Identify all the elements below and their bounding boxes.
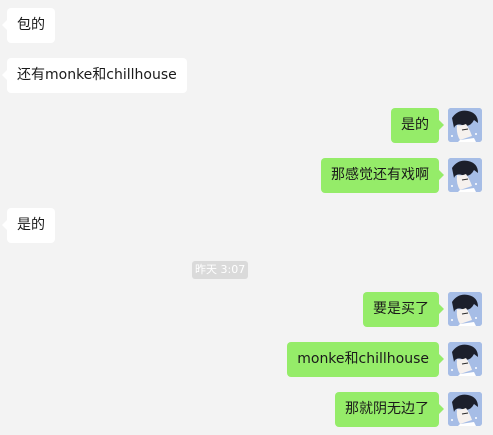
message-text: 要是买了 xyxy=(373,301,429,317)
outgoing-message-bubble[interactable]: monke和chillhouse xyxy=(287,342,444,377)
timestamp-label: 昨天 3:07 xyxy=(192,261,249,279)
avatar-icon[interactable] xyxy=(448,108,482,142)
avatar-icon[interactable] xyxy=(448,158,482,192)
message-text: 那感觉还有戏啊 xyxy=(331,167,429,183)
message-text: 是的 xyxy=(401,117,429,133)
message-text: 包的 xyxy=(17,17,45,33)
message-text: 那就阴无边了 xyxy=(345,401,429,417)
message-text: 还有monke和chillhouse xyxy=(17,67,177,83)
avatar-icon[interactable] xyxy=(448,392,482,426)
outgoing-message-bubble[interactable]: 是的 xyxy=(391,108,444,143)
message-text: monke和chillhouse xyxy=(297,351,429,367)
outgoing-message-bubble[interactable]: 那就阴无边了 xyxy=(335,392,444,427)
message-text: 是的 xyxy=(17,217,45,233)
avatar-icon[interactable] xyxy=(448,342,482,376)
avatar-icon[interactable] xyxy=(448,292,482,326)
outgoing-message-bubble[interactable]: 那感觉还有戏啊 xyxy=(321,158,444,193)
outgoing-message-bubble[interactable]: 要是买了 xyxy=(363,292,444,327)
incoming-message-bubble[interactable]: 包的 xyxy=(2,8,55,43)
incoming-message-bubble[interactable]: 还有monke和chillhouse xyxy=(2,58,187,93)
incoming-message-bubble[interactable]: 是的 xyxy=(2,208,55,243)
